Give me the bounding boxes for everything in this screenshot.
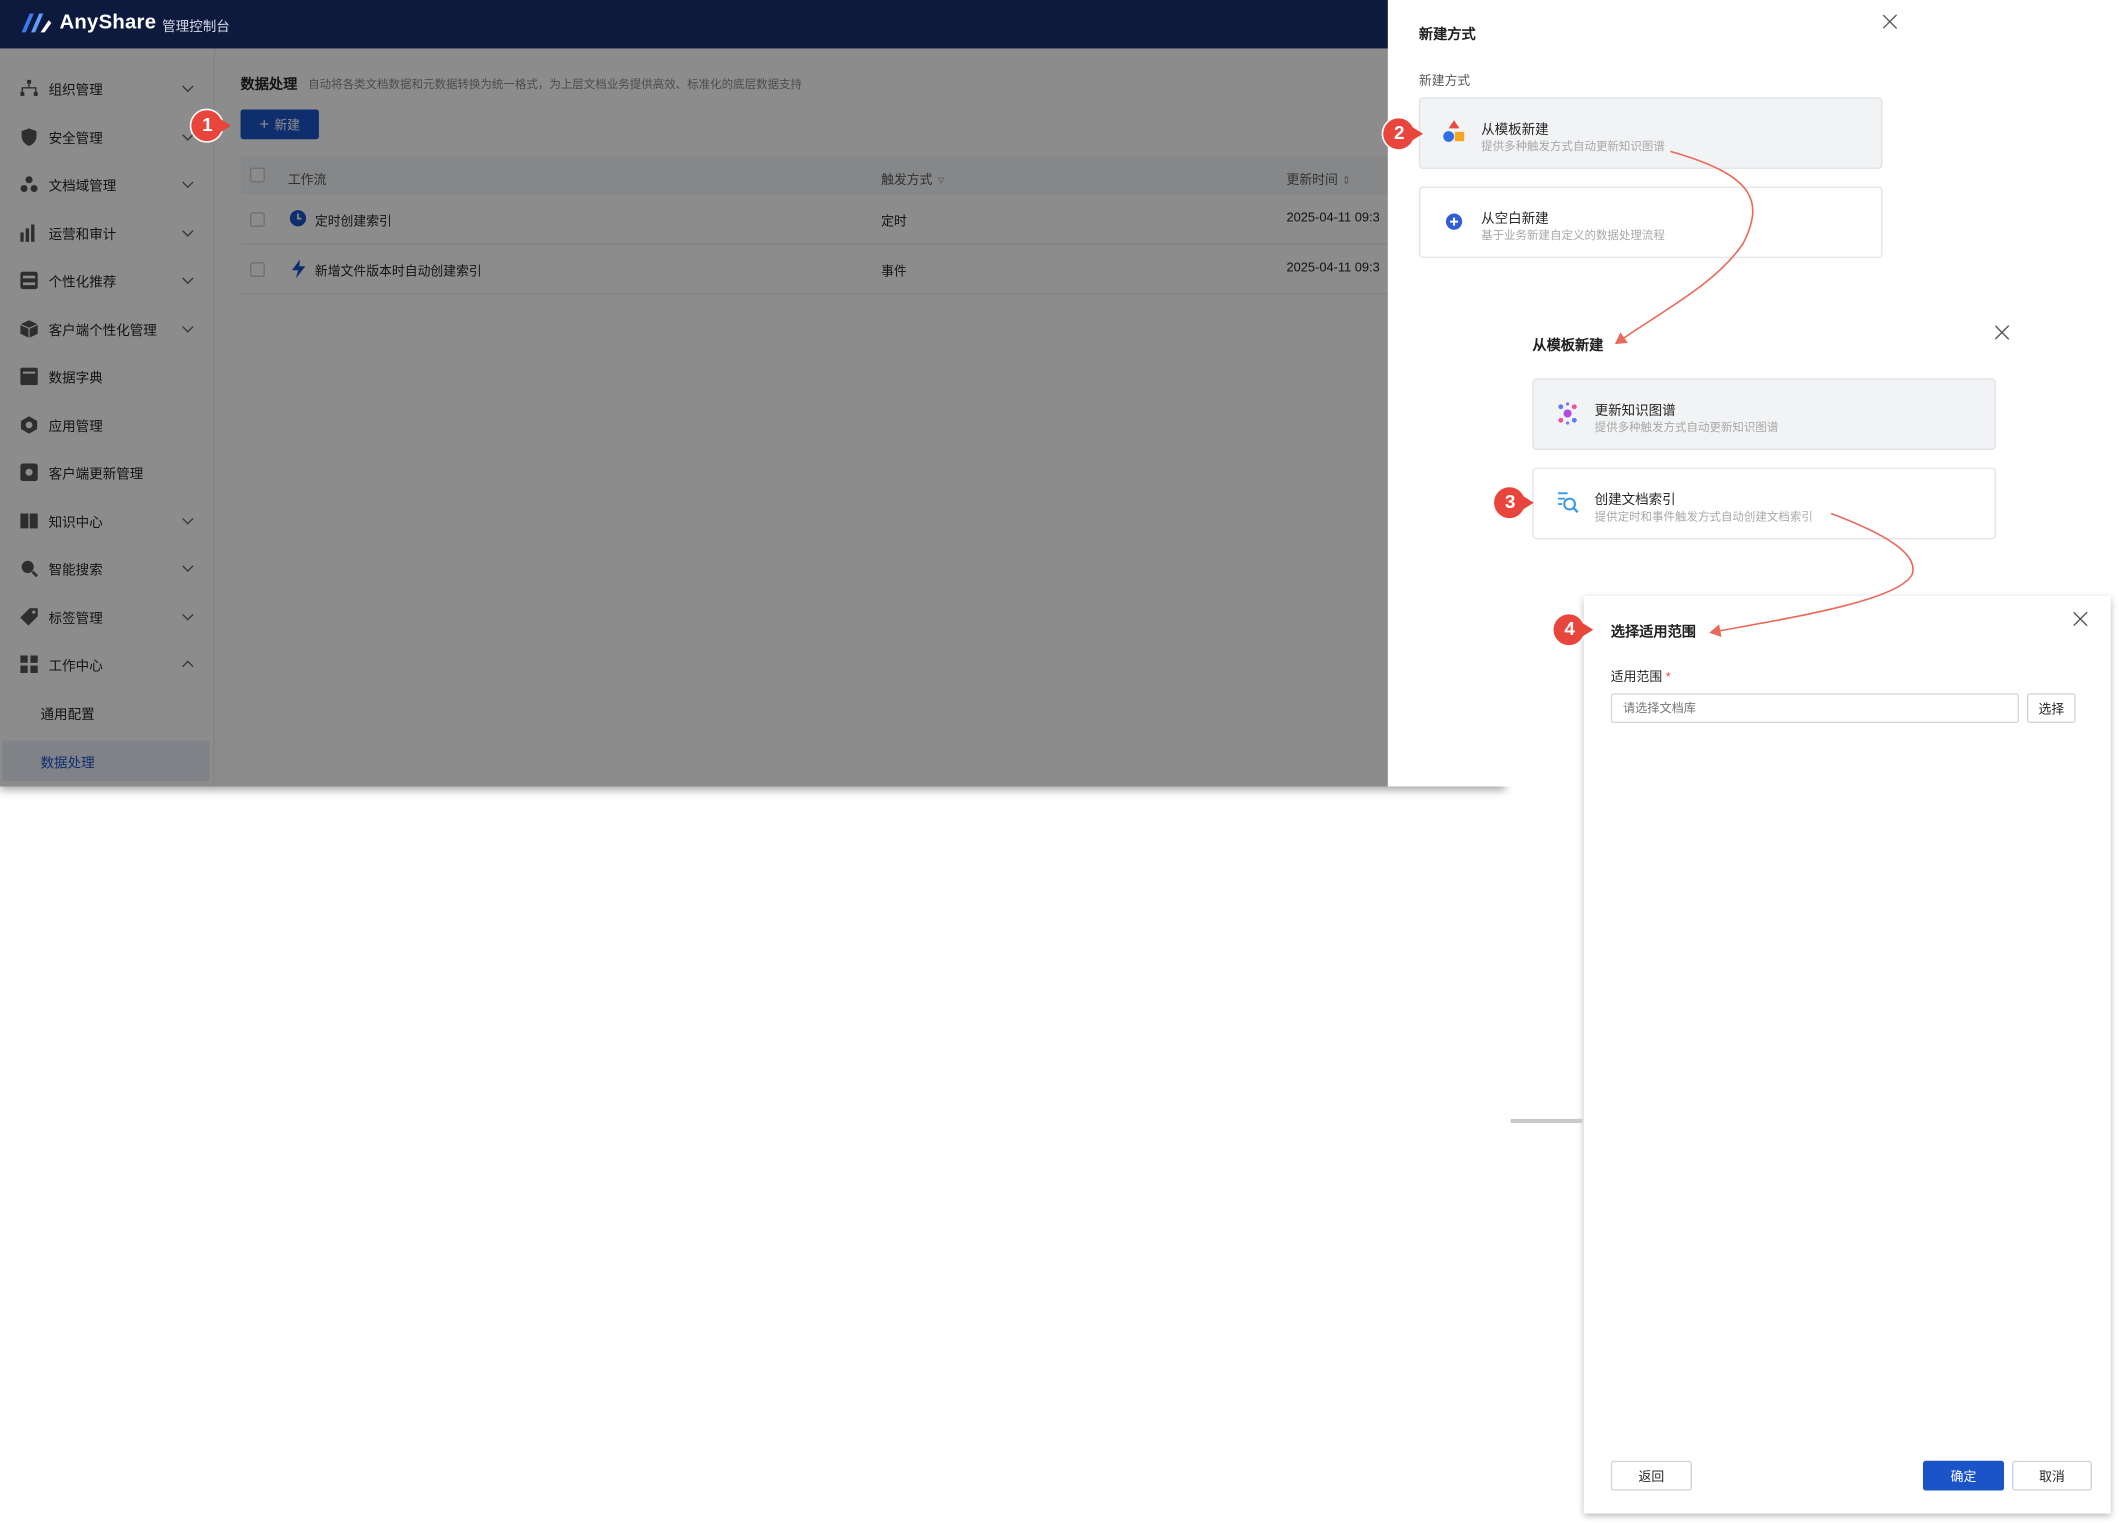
- callout-badge-2: 2: [1381, 116, 1423, 151]
- arrow-step2-to-step3: [1614, 150, 1754, 345]
- callout-badge-1: 1: [189, 108, 232, 143]
- callout-badge-4: 4: [1551, 612, 1594, 647]
- annotation-arrows: [1614, 150, 1914, 638]
- arrow-step3-to-step4: [1709, 512, 1914, 638]
- callout-badge-3: 3: [1492, 485, 1534, 520]
